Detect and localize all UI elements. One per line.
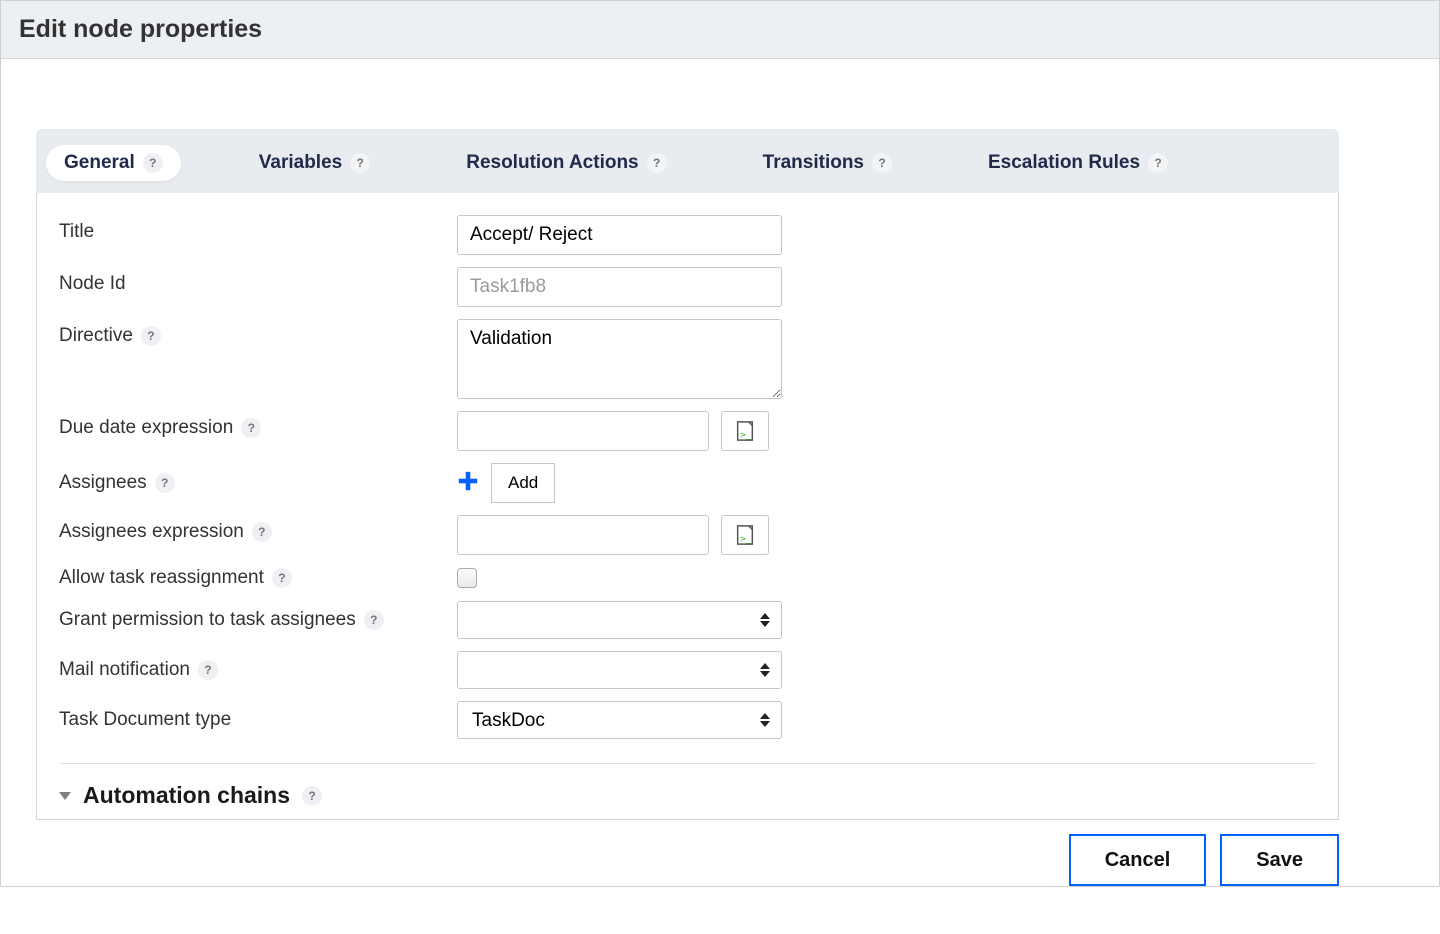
help-icon[interactable]: ?	[1148, 153, 1168, 173]
automation-chains-title: Automation chains	[83, 782, 290, 809]
node-id-label: Node Id	[59, 267, 457, 295]
cancel-button[interactable]: Cancel	[1069, 834, 1207, 886]
help-icon[interactable]: ?	[872, 153, 892, 173]
tab-bar: General ? Variables ? Resolution Actions…	[36, 129, 1339, 193]
assignees-expr-input[interactable]	[457, 515, 709, 555]
tab-resolution-label: Resolution Actions	[466, 152, 638, 174]
directive-label: Directive ?	[59, 319, 457, 347]
tab-transitions[interactable]: Transitions ?	[745, 145, 910, 181]
allow-reassign-label: Allow task reassignment ?	[59, 567, 457, 589]
add-assignee-button[interactable]: Add	[491, 463, 555, 503]
grant-perm-select[interactable]	[457, 601, 782, 639]
directive-input[interactable]: Validation	[457, 319, 782, 399]
task-doc-type-select[interactable]: TaskDoc	[457, 701, 782, 739]
allow-reassign-checkbox[interactable]	[457, 568, 477, 588]
help-icon[interactable]: ?	[198, 660, 218, 680]
tab-variables-label: Variables	[259, 152, 342, 174]
mail-notif-select[interactable]	[457, 651, 782, 689]
assignees-expr-label: Assignees expression ?	[59, 515, 457, 543]
tab-variables[interactable]: Variables ?	[241, 145, 388, 181]
save-button[interactable]: Save	[1220, 834, 1339, 886]
help-icon[interactable]: ?	[364, 610, 384, 630]
help-icon[interactable]: ?	[155, 473, 175, 493]
help-icon[interactable]: ?	[252, 522, 272, 542]
title-input[interactable]	[457, 215, 782, 255]
script-icon: >_	[734, 420, 756, 442]
help-icon[interactable]: ?	[647, 153, 667, 173]
help-icon[interactable]: ?	[241, 418, 261, 438]
disclosure-triangle-icon[interactable]	[59, 792, 71, 800]
dialog-title: Edit node properties	[19, 15, 1421, 44]
due-date-input[interactable]	[457, 411, 709, 451]
grant-perm-label: Grant permission to task assignees ?	[59, 609, 457, 631]
help-icon[interactable]: ?	[143, 153, 163, 173]
expression-editor-button[interactable]: >_	[721, 515, 769, 555]
help-icon[interactable]: ?	[350, 153, 370, 173]
mail-notif-label: Mail notification ?	[59, 659, 457, 681]
title-label: Title	[59, 215, 457, 243]
tab-escalation-rules[interactable]: Escalation Rules ?	[970, 145, 1186, 181]
tab-general[interactable]: General ?	[46, 145, 181, 181]
svg-text:>_: >_	[740, 429, 752, 440]
dialog-header: Edit node properties	[1, 1, 1439, 59]
help-icon[interactable]: ?	[141, 326, 161, 346]
plus-icon[interactable]	[457, 469, 479, 497]
tab-resolution-actions[interactable]: Resolution Actions ?	[448, 145, 684, 181]
script-icon: >_	[734, 524, 756, 546]
task-doc-type-label: Task Document type	[59, 709, 457, 731]
tab-general-label: General	[64, 152, 135, 174]
assignees-label: Assignees ?	[59, 472, 457, 494]
divider	[59, 763, 1316, 764]
tab-escalation-label: Escalation Rules	[988, 152, 1140, 174]
tab-transitions-label: Transitions	[763, 152, 864, 174]
expression-editor-button[interactable]: >_	[721, 411, 769, 451]
due-date-label: Due date expression ?	[59, 411, 457, 439]
help-icon[interactable]: ?	[272, 568, 292, 588]
help-icon[interactable]: ?	[302, 786, 322, 806]
svg-text:>_: >_	[740, 533, 752, 544]
node-id-input	[457, 267, 782, 307]
